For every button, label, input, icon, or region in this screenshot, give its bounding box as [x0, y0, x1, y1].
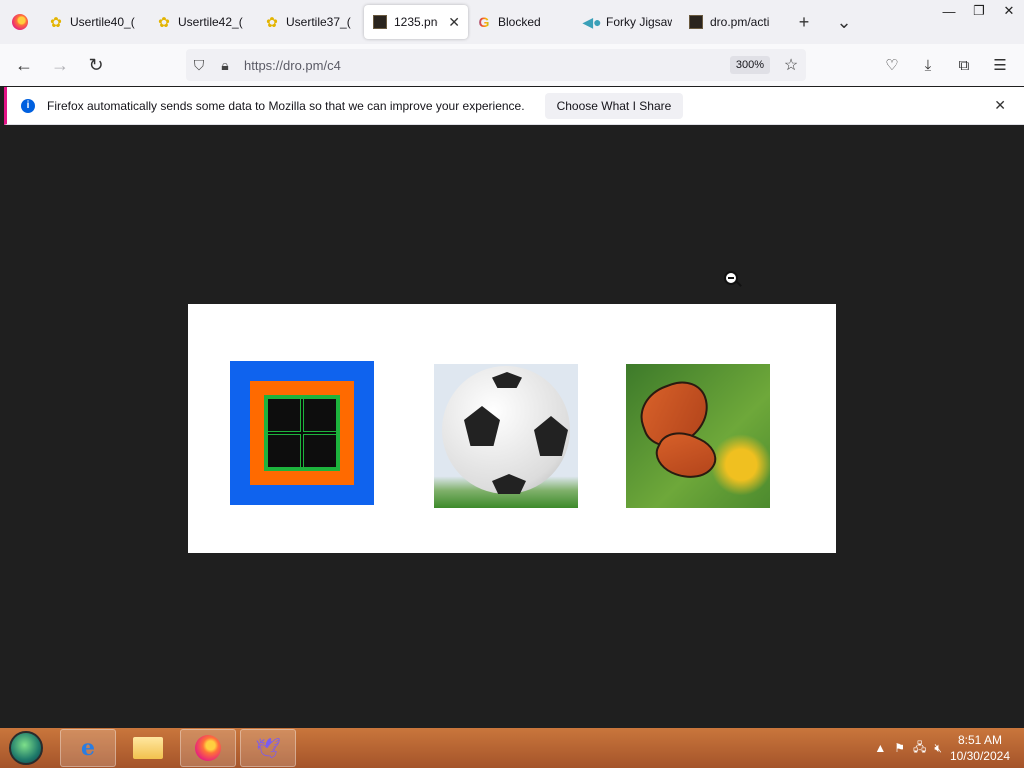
soccer-ball-picture	[434, 364, 578, 508]
tab-title: dro.pm/acti	[710, 15, 770, 29]
bird-icon: 🕊︎	[255, 737, 281, 760]
tab-title: Usertile37_(	[286, 15, 351, 29]
clock[interactable]: 8:51 AM 10/30/2024	[950, 732, 1010, 764]
windows-taskbar: e 🕊︎ ▲ ⚑ 🖧︎ 🔇︎ 8:51 AM 10/30/2024	[0, 728, 1024, 768]
notification-message: Firefox automatically sends some data to…	[47, 98, 525, 113]
tab-dro-pm[interactable]: dro.pm/acti	[680, 5, 784, 39]
forward-arrow-icon[interactable]: →	[42, 49, 78, 81]
pocket-icon[interactable]: ♡	[874, 49, 910, 81]
zoom-level-badge[interactable]: 300%	[729, 56, 770, 74]
restore-icon[interactable]: ❐	[964, 0, 994, 22]
window-controls: — ❐ ✕	[934, 0, 1024, 22]
bookmark-star-icon[interactable]: ☆	[776, 55, 806, 75]
page-content	[0, 126, 1024, 728]
firefox-icon	[195, 735, 221, 761]
tab-blocked[interactable]: G Blocked	[468, 5, 576, 39]
close-window-icon[interactable]: ✕	[994, 0, 1024, 22]
shield-icon[interactable]: ⛉	[186, 49, 212, 81]
tab-title: Blocked	[498, 15, 541, 29]
toolbar-right-buttons: ♡ ⤓ ⧉ ☰	[874, 49, 1018, 81]
tab-usertile37[interactable]: ✿ Usertile37_(	[256, 5, 364, 39]
lock-icon[interactable]: 🔒︎	[212, 49, 238, 81]
clock-time: 8:51 AM	[957, 733, 1002, 747]
extensions-icon[interactable]: ⧉	[946, 49, 982, 81]
show-hidden-icons-chevron-icon[interactable]: ▲	[874, 741, 886, 755]
new-tab-button[interactable]: +	[784, 5, 824, 39]
tab-forky-jigsaw[interactable]: ◀● Forky Jigsaw	[576, 5, 680, 39]
tab-title: Forky Jigsaw	[606, 15, 672, 29]
data-collection-notification: i Firefox automatically sends some data …	[4, 87, 1024, 125]
system-tray: ▲ ⚑ 🖧︎ 🔇︎ 8:51 AM 10/30/2024	[874, 728, 1010, 768]
firefox-icon[interactable]	[0, 0, 40, 44]
tab-usertile42[interactable]: ✿ Usertile42_(	[148, 5, 256, 39]
internet-explorer-icon: e	[81, 735, 95, 761]
butterfly-picture	[626, 364, 770, 508]
reload-icon[interactable]: ↻	[78, 49, 114, 81]
minimize-icon[interactable]: —	[934, 0, 964, 22]
folder-icon	[133, 737, 163, 759]
bird-app-taskbar-button[interactable]: 🕊︎	[240, 729, 296, 767]
back-arrow-icon[interactable]: ←	[6, 49, 42, 81]
tab-title: 1235.png	[394, 15, 438, 29]
fish-icon: ◀●	[582, 13, 602, 30]
flower-icon: ✿	[266, 13, 278, 30]
volume-muted-icon[interactable]: 🔇︎	[934, 741, 942, 756]
google-icon: G	[476, 14, 492, 30]
window-picture	[230, 361, 374, 505]
url-bar[interactable]: ⛉ 🔒︎ https://dro.pm/c4 300% ☆	[186, 49, 806, 81]
tab-title: Usertile42_(	[178, 15, 243, 29]
windows-orb-icon	[9, 731, 43, 765]
downloads-icon[interactable]: ⤓	[910, 49, 946, 81]
tab-usertile40[interactable]: ✿ Usertile40_(	[40, 5, 148, 39]
menu-hamburger-icon[interactable]: ☰	[982, 49, 1018, 81]
file-explorer-taskbar-button[interactable]	[120, 729, 176, 767]
image-icon	[372, 14, 388, 30]
internet-explorer-taskbar-button[interactable]: e	[60, 729, 116, 767]
clock-date: 10/30/2024	[949, 749, 1010, 763]
info-icon: i	[21, 98, 35, 113]
flower-icon: ✿	[158, 13, 170, 30]
firefox-taskbar-button[interactable]	[180, 729, 236, 767]
flower-icon: ✿	[50, 13, 62, 30]
choose-what-i-share-button[interactable]: Choose What I Share	[544, 92, 684, 119]
zoom-out-cursor-icon	[724, 271, 738, 285]
navigation-toolbar: ← → ↻ ⛉ 🔒︎ https://dro.pm/c4 300% ☆ ♡ ⤓ …	[0, 44, 1024, 86]
url-text[interactable]: https://dro.pm/c4	[244, 58, 730, 73]
tab-title: Usertile40_(	[70, 15, 135, 29]
tab-strip: ✿ Usertile40_( ✿ Usertile42_( ✿ Usertile…	[0, 0, 1024, 44]
flag-icon[interactable]: ⚑	[894, 741, 905, 755]
list-all-tabs-chevron-icon[interactable]: ⌄	[824, 5, 864, 39]
close-notification-icon[interactable]: ✕	[994, 97, 1006, 114]
tab-1235-png[interactable]: 1235.png ✕	[364, 5, 468, 39]
network-icon[interactable]: 🖧︎	[913, 738, 926, 759]
start-button[interactable]	[6, 728, 46, 768]
displayed-image[interactable]	[188, 304, 836, 553]
close-tab-icon[interactable]: ✕	[448, 14, 460, 31]
image-icon	[688, 14, 704, 30]
